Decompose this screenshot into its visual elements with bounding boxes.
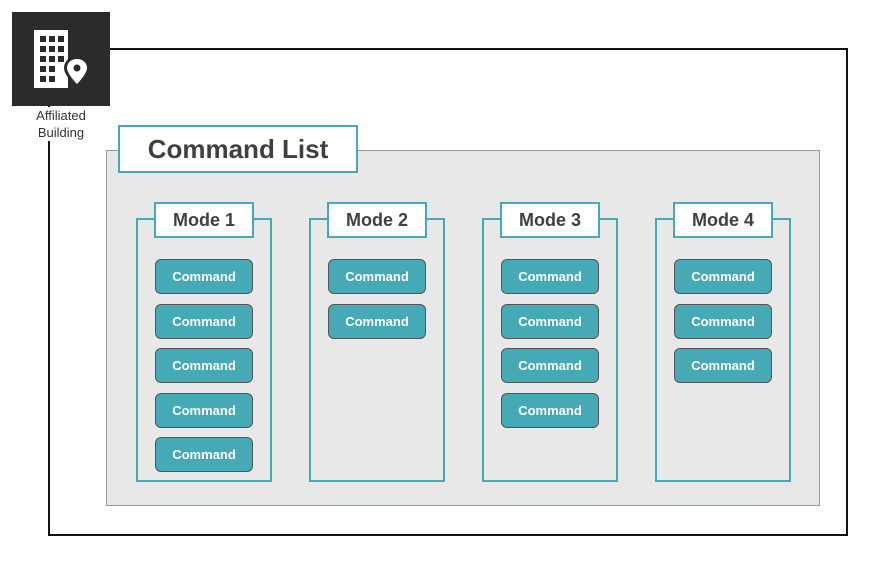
command-button[interactable]: Command [155, 304, 253, 339]
building-caption-line2: Building [37, 125, 85, 140]
mode-label-3: Mode 3 [500, 202, 600, 238]
mode-label-2: Mode 2 [327, 202, 427, 238]
mode-label-4: Mode 4 [673, 202, 773, 238]
command-list-title: Command List [118, 125, 358, 173]
building-location-icon [12, 12, 110, 106]
command-button[interactable]: Command [674, 304, 772, 339]
command-button[interactable]: Command [328, 304, 426, 339]
building-caption: Affiliated Building [12, 107, 110, 141]
command-button[interactable]: Command [501, 348, 599, 383]
mode-label-1: Mode 1 [154, 202, 254, 238]
command-button[interactable]: Command [155, 259, 253, 294]
mode-column-2 [309, 218, 445, 482]
command-button[interactable]: Command [501, 393, 599, 428]
command-button[interactable]: Command [155, 348, 253, 383]
command-button[interactable]: Command [328, 259, 426, 294]
command-button[interactable]: Command [501, 259, 599, 294]
command-button[interactable]: Command [674, 259, 772, 294]
command-button[interactable]: Command [674, 348, 772, 383]
command-button[interactable]: Command [155, 393, 253, 428]
building-caption-line1: Affiliated [36, 108, 86, 123]
command-button[interactable]: Command [155, 437, 253, 472]
command-button[interactable]: Command [501, 304, 599, 339]
